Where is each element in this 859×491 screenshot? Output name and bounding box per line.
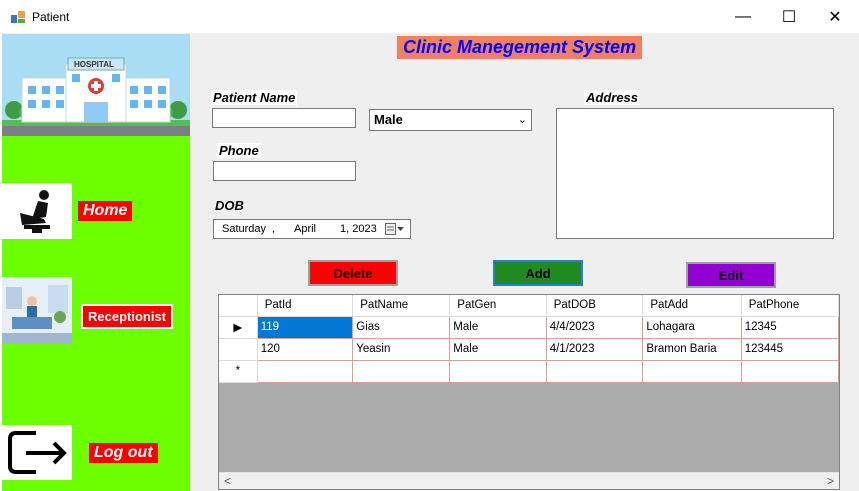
table-cell[interactable]: Male [449,316,547,339]
dob-day-year: 1, 2023 [340,223,377,235]
table-cell[interactable]: Yeasin [352,338,451,361]
table-cell[interactable] [546,360,644,383]
table-row[interactable]: 120 Yeasin Male 4/1/2023 Bramon Baria 12… [219,338,839,361]
column-header[interactable]: PatGen [449,295,547,317]
receptionist-nav-icon-box[interactable] [2,277,72,344]
column-header[interactable]: PatAdd [642,295,742,317]
dob-month: April [294,223,317,235]
column-header[interactable]: PatDOB [546,295,644,317]
close-button[interactable]: ✕ [812,0,858,34]
sidebar: HOSPITAL Home Receptionist Log out [2,34,190,491]
title-bar: Patient — ☐ ✕ [0,0,859,34]
window-title: Patient [32,10,70,24]
table-cell[interactable]: Male [449,338,547,361]
hospital-building-icon [2,57,190,136]
scroll-left-icon[interactable]: < [224,474,231,488]
table-row[interactable]: ▶ 119 Gias Male 4/4/2023 Lohagara 12345 [219,316,839,339]
phone-input[interactable] [213,161,356,181]
gender-select[interactable]: Male ⌄ [369,109,532,131]
page-title: Clinic Manegement System [397,36,643,59]
logout-nav-icon-box[interactable] [2,425,72,480]
table-cell[interactable] [642,360,742,383]
dob-separator: , [272,223,276,235]
main-panel: Clinic Manegement System Patient Name Ma… [190,34,859,491]
horizontal-scrollbar[interactable]: < > [219,472,839,489]
home-nav-icon-box[interactable] [2,183,72,239]
patient-name-label: Patient Name [211,90,298,105]
address-textarea[interactable] [556,108,834,239]
nav-home[interactable]: Home [78,201,133,221]
logout-icon [8,431,67,474]
row-indicator-icon[interactable] [219,338,258,361]
row-header-corner [219,295,258,317]
table-cell[interactable]: 120 [257,338,354,361]
edit-button[interactable]: Edit [686,262,776,288]
column-header[interactable]: PatName [352,295,451,317]
maximize-button[interactable]: ☐ [766,0,812,34]
table-cell[interactable]: 4/1/2023 [546,338,644,361]
hospital-sign: HOSPITAL [74,60,114,69]
nav-receptionist[interactable]: Receptionist [81,304,174,329]
patients-table: PatId PatName PatGen PatDOB PatAdd PatPh… [219,295,839,383]
dob-label: DOB [215,198,244,213]
delete-button[interactable]: Delete [308,260,398,286]
person-at-desk-icon [20,190,50,233]
add-button[interactable]: Add [493,260,583,286]
table-cell[interactable] [352,360,451,383]
app-icon [11,11,25,23]
table-header-row: PatId PatName PatGen PatDOB PatAdd PatPh… [219,295,839,317]
minimize-button[interactable]: — [720,0,766,34]
gender-select-value: Male [374,112,403,127]
table-cell[interactable]: Bramon Baria [642,338,742,361]
calendar-dropdown-icon[interactable] [385,223,405,235]
table-cell[interactable] [257,360,354,383]
table-cell[interactable] [741,360,839,383]
table-cell[interactable] [449,360,547,383]
new-table-row[interactable]: * [219,360,839,383]
dob-datepicker[interactable]: Saturday , April 1, 2023 [213,219,411,239]
address-label: Address [584,90,641,105]
table-cell[interactable]: 12345 [741,316,839,339]
table-cell[interactable]: Lohagara [642,316,742,339]
new-row-icon[interactable]: * [219,360,258,383]
chevron-down-icon: ⌄ [517,114,527,126]
patients-grid[interactable]: PatId PatName PatGen PatDOB PatAdd PatPh… [218,294,840,490]
table-cell[interactable]: Gias [352,316,451,339]
table-cell[interactable]: 4/4/2023 [546,316,644,339]
dob-weekday: Saturday [222,223,267,235]
receptionist-illustration-icon [2,277,72,344]
table-cell[interactable]: 119 [257,316,354,339]
scroll-right-icon[interactable]: > [827,474,834,488]
nav-logout[interactable]: Log out [89,443,158,463]
patient-name-input[interactable] [212,108,356,128]
column-header[interactable]: PatId [257,295,354,317]
table-cell[interactable]: 123445 [741,338,839,361]
hospital-image: HOSPITAL [2,34,190,136]
phone-label: Phone [217,143,261,158]
column-header[interactable]: PatPhone [741,295,839,317]
row-indicator-icon[interactable]: ▶ [219,316,258,339]
